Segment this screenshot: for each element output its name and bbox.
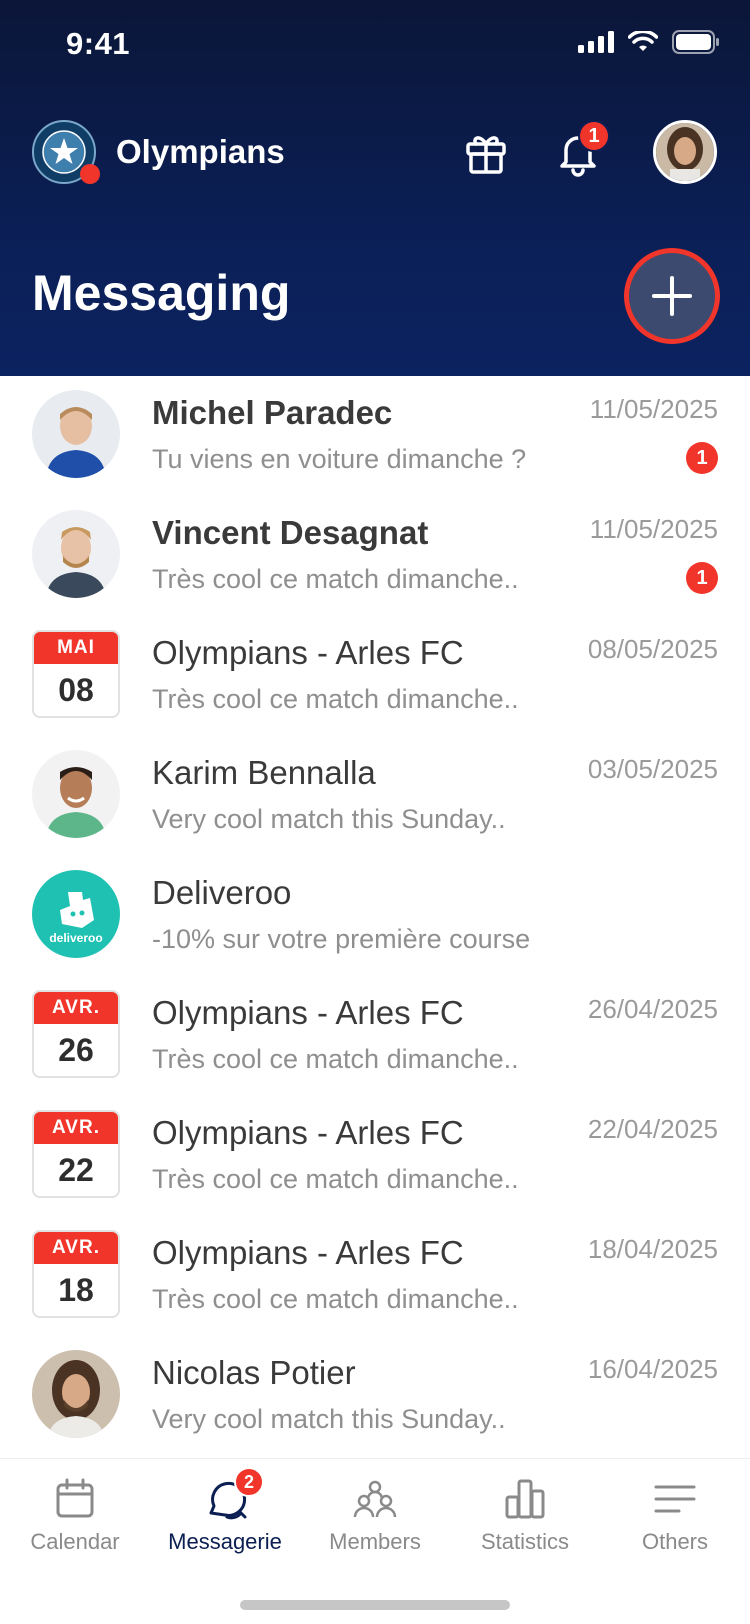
tab-label: Statistics [480,1529,570,1554]
wifi-icon [628,31,658,51]
battery-icon [672,30,719,54]
conversation-preview: Very cool match this Sunday.. [152,804,506,834]
tab-label: Members [329,1529,421,1554]
conversation-title: Olympians - Arles FC [152,1114,464,1151]
deliveroo-logo: deliveroo [32,870,120,958]
profile-avatar[interactable] [653,120,717,184]
conversation-row[interactable]: deliveroo Deliveroo -10% sur votre premi… [0,856,750,976]
calendar-day: 26 [58,1032,94,1068]
conversation-date: 08/05/2025 [587,634,718,664]
conversation-list: Michel Paradec Tu viens en voiture diman… [0,376,750,1456]
club-name: Olympians [116,133,285,170]
unread-badge: 1 [686,442,718,474]
conversation-preview: Very cool match this Sunday.. [152,1404,506,1434]
gift-button[interactable] [460,126,512,178]
conversation-row[interactable]: Nicolas Potier Very cool match this Sund… [0,1336,750,1456]
conversation-preview: Très cool ce match dimanche.. [152,1044,519,1074]
conversation-preview: Très cool ce match dimanche.. [152,1164,519,1194]
conversation-date: 18/04/2025 [587,1234,718,1264]
calendar-month: AVR. [34,1232,118,1264]
conversation-date: 16/04/2025 [587,1354,718,1384]
conversation-row[interactable]: MAI 08 Olympians - Arles FC Très cool ce… [0,616,750,736]
conversation-row[interactable]: AVR. 26 Olympians - Arles FC Très cool c… [0,976,750,1096]
cellular-signal-icon [578,31,614,53]
avatar [32,750,120,838]
club-logo [32,120,100,184]
conversation-title: Olympians - Arles FC [152,634,464,671]
members-icon [353,1480,397,1518]
tab-label: Calendar [30,1529,120,1554]
club-switcher[interactable]: Olympians [32,120,285,184]
calendar-date-icon: MAI 08 [32,630,120,718]
conversation-date: 11/05/2025 [589,394,718,424]
statistics-icon [505,1479,545,1519]
tab-label: Others [641,1529,709,1554]
conversation-date: 11/05/2025 [589,514,718,544]
calendar-month: AVR. [34,1112,118,1144]
calendar-month: MAI [34,632,118,664]
conversation-row[interactable]: Karim Bennalla Very cool match this Sund… [0,736,750,856]
calendar-month: AVR. [34,992,118,1024]
conversation-preview: Très cool ce match dimanche.. [152,1284,519,1314]
gift-icon [466,136,506,174]
conversation-row[interactable]: Vincent Desagnat Très cool ce match dima… [0,496,750,616]
conversation-row[interactable]: AVR. 22 Olympians - Arles FC Très cool c… [0,1096,750,1216]
conversation-preview: Très cool ce match dimanche.. [152,564,519,594]
conversation-title: Karim Bennalla [152,754,376,791]
calendar-day: 22 [58,1152,94,1188]
home-indicator[interactable] [240,1600,510,1610]
conversation-date: 03/05/2025 [587,754,718,784]
conversation-preview: Tu viens en voiture dimanche ? [152,444,527,474]
calendar-date-icon: AVR. 22 [32,1110,120,1198]
calendar-date-icon: AVR. 18 [32,1230,120,1318]
tab-others[interactable]: Others [600,1477,750,1555]
calendar-date-icon: AVR. 26 [32,990,120,1078]
conversation-preview: -10% sur votre première course [152,924,531,954]
plus-icon [652,276,692,316]
new-message-button[interactable] [624,248,720,344]
messages-badge: 2 [234,1467,264,1497]
avatar [32,390,120,478]
tab-statistics[interactable]: Statistics [450,1477,600,1555]
calendar-icon [56,1478,94,1518]
conversation-date: 22/04/2025 [587,1114,718,1144]
conversation-row[interactable]: Michel Paradec Tu viens en voiture diman… [0,376,750,496]
club-status-dot [80,164,100,184]
conversation-title: Vincent Desagnat [152,514,429,551]
conversation-date: 26/04/2025 [587,994,718,1024]
conversation-row[interactable]: AVR. 18 Olympians - Arles FC Très cool c… [0,1216,750,1336]
conversation-title: Michel Paradec [152,394,393,431]
app-header: 9:41 Olympians 1 Messaging [0,0,750,376]
conversation-preview: Très cool ce match dimanche.. [152,684,519,714]
avatar [32,1350,120,1438]
status-time: 9:41 [66,26,131,61]
conversation-title: Deliveroo [152,874,292,911]
calendar-day: 08 [58,672,94,708]
calendar-day: 18 [58,1272,94,1308]
notification-badge: 1 [578,120,610,152]
avatar [32,510,120,598]
deliveroo-logo-text: deliveroo [49,931,102,945]
tab-messagerie[interactable]: 2 Messagerie [150,1467,300,1555]
menu-icon [654,1485,696,1513]
tab-members[interactable]: Members [300,1477,450,1555]
tab-calendar[interactable]: Calendar [0,1477,150,1555]
tab-label: Messagerie [168,1529,282,1554]
notifications-button[interactable]: 1 [552,120,610,178]
page-title: Messaging [32,265,291,321]
unread-badge: 1 [686,562,718,594]
conversation-title: Olympians - Arles FC [152,1234,464,1271]
conversation-title: Nicolas Potier [152,1354,356,1391]
status-icons [578,30,720,54]
conversation-title: Olympians - Arles FC [152,994,464,1031]
